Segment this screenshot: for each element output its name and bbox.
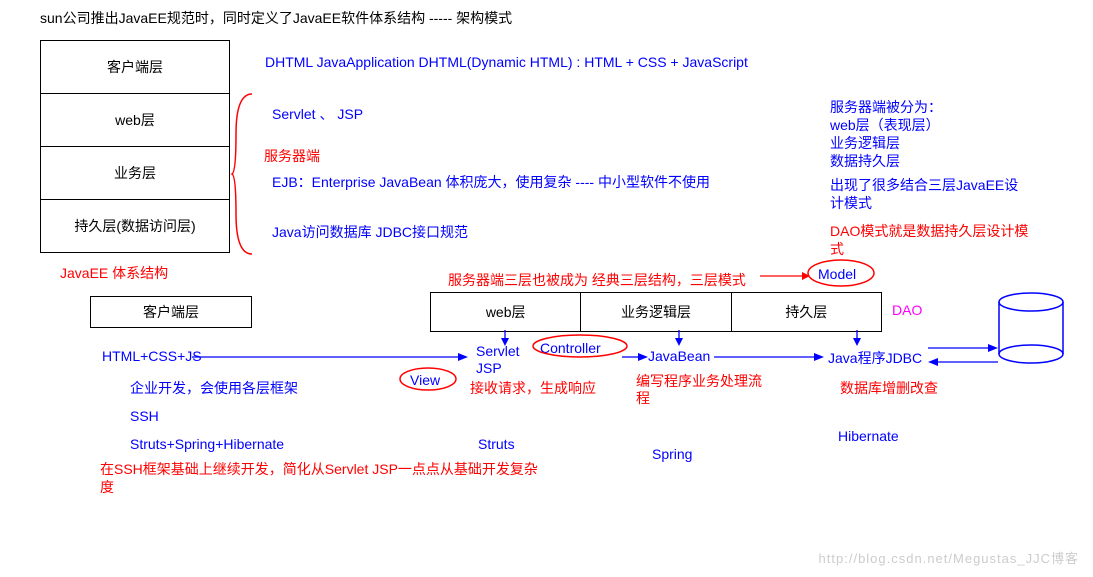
layer-client: 客户端层 bbox=[41, 41, 229, 94]
struts: Struts bbox=[478, 436, 515, 452]
sn-l3: 业务逻辑层 bbox=[830, 134, 942, 152]
watermark: http://blog.csdn.net/Megustas_JJC博客 bbox=[819, 548, 1079, 567]
layer-biz: 业务层 bbox=[41, 147, 229, 200]
hibernate: Hibernate bbox=[838, 428, 899, 444]
ssh-note: 在SSH框架基础上继续开发，简化从Servlet JSP一点点从基础开发复杂度 bbox=[100, 460, 550, 496]
arrow-persist-down bbox=[850, 330, 864, 346]
server-three-layer-box: web层 业务逻辑层 持久层 bbox=[430, 292, 882, 332]
use-frameworks: 企业开发，会使用各层框架 bbox=[130, 378, 298, 398]
text-dhtml: DHTML JavaApplication DHTML(Dynamic HTML… bbox=[265, 54, 748, 70]
srv-web: web层 bbox=[431, 293, 581, 331]
arrow-jdbc-db bbox=[928, 340, 998, 370]
srv-persist: 持久层 bbox=[732, 293, 881, 331]
client-layer-box: 客户端层 bbox=[90, 296, 252, 328]
sn-l1: 服务器端被分为： bbox=[830, 98, 942, 116]
layer-web: web层 bbox=[41, 94, 229, 147]
text-servlet-jsp: Servlet 、 JSP bbox=[272, 104, 363, 124]
sn-l2: web层（表现层） bbox=[830, 116, 942, 134]
ssh-expand: Struts+Spring+Hibernate bbox=[130, 436, 284, 452]
flow-javabean: JavaBean bbox=[648, 348, 710, 364]
sn-l4: 数据持久层 bbox=[830, 152, 942, 170]
page-title: sun公司推出JavaEE规范时，同时定义了JavaEE软件体系结构 -----… bbox=[40, 8, 512, 28]
model-circle bbox=[806, 258, 876, 288]
view-circle bbox=[398, 366, 458, 392]
srv-biz: 业务逻辑层 bbox=[581, 293, 731, 331]
arrow-web-down bbox=[498, 330, 512, 346]
layer-persist: 持久层(数据访问层) bbox=[41, 200, 229, 252]
flow-jsp: JSP bbox=[476, 360, 502, 376]
arrow-to-model bbox=[760, 270, 810, 282]
dao-note: DAO模式就是数据持久层设计模式 bbox=[830, 222, 1040, 258]
classic-three-layer-note: 服务器端三层也被成为 经典三层结构，三层模式 bbox=[448, 270, 746, 290]
dao-label: DAO bbox=[892, 302, 922, 318]
text-jdbc: Java访问数据库 JDBC接口规范 bbox=[272, 222, 468, 242]
flow-client: HTML+CSS+JS bbox=[102, 348, 202, 364]
controller-circle bbox=[530, 333, 630, 359]
arrow-ctrl-javabean bbox=[622, 350, 648, 364]
flow-recv: 接收请求，生成响应 bbox=[470, 378, 596, 398]
flow-crud: 数据库增删改查 bbox=[840, 378, 938, 398]
text-ejb: EJB：Enterprise JavaBean 体积庞大，使用复杂 ---- 中… bbox=[272, 172, 710, 192]
server-split-note: 服务器端被分为： web层（表现层） 业务逻辑层 数据持久层 bbox=[830, 98, 942, 170]
brace-icon bbox=[232, 94, 262, 254]
ssh: SSH bbox=[130, 408, 159, 424]
database-icon bbox=[996, 292, 1066, 372]
arrow-biz-down bbox=[672, 330, 686, 346]
text-server-side: 服务器端 bbox=[264, 146, 320, 166]
arrow-client-servlet bbox=[192, 350, 468, 364]
spring: Spring bbox=[652, 446, 692, 462]
javaee-arch-caption: JavaEE 体系结构 bbox=[60, 263, 168, 283]
flow-jdbc: Java程序JDBC bbox=[828, 348, 922, 368]
flow-bizflow: 编写程序业务处理流程 bbox=[636, 373, 766, 407]
javaee-arch-box: 客户端层 web层 业务层 持久层(数据访问层) bbox=[40, 40, 230, 253]
three-layer-pattern-note: 出现了很多结合三层JavaEE设计模式 bbox=[830, 176, 1030, 212]
arrow-javabean-jdbc bbox=[714, 350, 824, 364]
